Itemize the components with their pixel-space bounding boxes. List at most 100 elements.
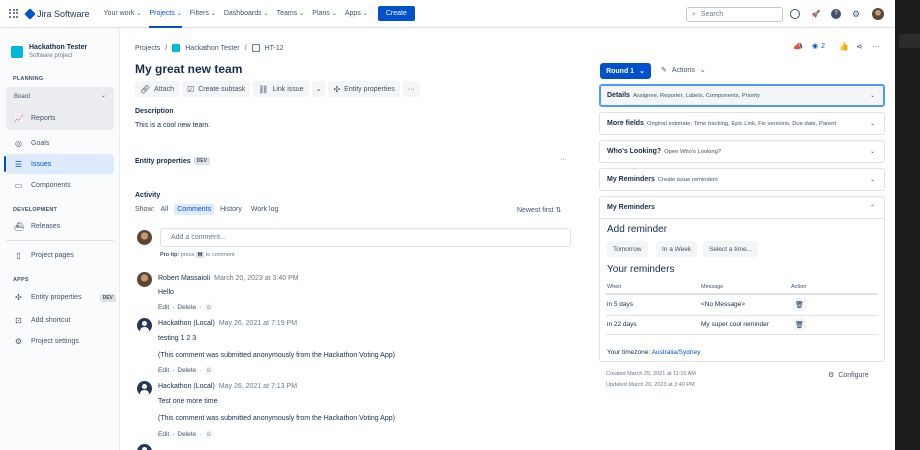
avatar [137,318,152,333]
panel-title: My Reminders [607,176,655,183]
entity-properties-heading: Entity properties [135,157,191,165]
select-time-button[interactable]: Select a time... [703,241,758,257]
board-selector[interactable]: Board [14,94,30,100]
sidebar-item-releases[interactable]: ⛴ Releases [14,222,60,231]
delete-comment-link[interactable]: Delete [177,304,196,311]
details-panel[interactable]: Details Assignee, Reporter, Labels, Compo… [599,84,885,107]
more-icon[interactable]: ··· [560,156,567,163]
project-header[interactable]: Hackathon Tester Software project [11,44,87,59]
sidebar-item-add-shortcut[interactable]: ⊡ Add shortcut [14,316,70,325]
nav-teams[interactable]: Teams ⌄ [277,0,305,28]
user-avatar[interactable] [872,8,884,20]
nav-plans[interactable]: Plans ⌄ [312,0,337,28]
actions-button[interactable]: ✎ Actions ⌄ [661,66,706,75]
chevron-down-icon[interactable]: ⌄ [101,92,106,99]
nav-label: Plans [312,10,330,17]
background-tab [899,34,920,48]
target-icon: ◎ [15,139,22,148]
comment-author[interactable]: Hackathon (Local) [158,383,215,390]
more-actions-icon[interactable]: ··· [872,42,880,51]
thumbs-up-icon[interactable]: 👍 [839,42,849,51]
entity-properties-button[interactable]: ✣ Entity properties [328,81,400,97]
gear-icon[interactable]: ⚙ [851,9,861,19]
tab-history[interactable]: History [217,204,245,215]
watch-button[interactable]: ◉ 2 [812,42,825,51]
configure-label: Configure [838,371,869,379]
sidebar-item-issues[interactable]: ☰ Issues [14,160,51,169]
rocket-icon[interactable]: 🚀 [811,9,821,19]
ship-icon: ⛴ [14,222,25,231]
more-button[interactable]: ··· [402,81,420,97]
nav-apps[interactable]: Apps ⌄ [345,0,368,28]
breadcrumb-issue-key[interactable]: HT-12 [265,45,284,52]
notifications-whats-new-icon[interactable] [790,9,800,19]
sort-order-button[interactable]: Newest first ⇅ [517,206,561,214]
divider [600,218,884,219]
nav-dashboards[interactable]: Dashboards ⌄ [224,0,269,28]
edit-comment-link[interactable]: Edit [158,367,169,374]
timezone-link[interactable]: Australia/Sydney [652,349,701,356]
share-icon[interactable]: ⋖ [856,42,863,51]
whos-looking-panel[interactable]: Who's Looking? Open Who's Looking? ⌄ [599,140,885,163]
add-reaction-icon[interactable]: ☺ [204,366,214,375]
sidebar-item-reports[interactable]: 📈 Reports [14,114,56,123]
chevron-up-icon[interactable]: ⌃ [870,204,875,211]
create-button[interactable]: Create [377,6,415,21]
nav-projects[interactable]: Projects ⌄ [149,0,182,28]
tab-work-log[interactable]: Work log [248,204,282,215]
link-issue-dropdown[interactable]: ⌄ [311,81,326,97]
create-subtask-button[interactable]: ☑ Create subtask [182,81,251,97]
chevron-down-icon: ⌄ [176,11,182,17]
sidebar-item-entity-properties[interactable]: ✣ Entity properties DEV [14,293,116,302]
add-reaction-icon[interactable]: ☺ [204,430,214,439]
jira-window: Jira Software Your work ⌄ Projects ⌄ Filte… [0,0,895,450]
configure-button[interactable]: ⚙ Configure [828,371,869,380]
help-icon[interactable]: ? [831,9,841,19]
comment-body: Test one more time [158,398,218,405]
my-reminders-collapsed-panel[interactable]: My Reminders Create issue reminders ⌄ [599,168,885,191]
tab-all[interactable]: All [157,204,171,215]
panel-subtitle: Original estimate, Time tracking, Epic L… [646,120,837,127]
sidebar-label: Components [31,182,71,189]
issue-title[interactable]: My great new team [135,62,242,76]
active-item-indicator [4,156,6,172]
apps-heading: APPS [13,277,29,283]
timezone-label: Your timezone: [607,349,651,356]
megaphone-icon[interactable]: 📣 [793,42,803,51]
issues-icon: ☰ [14,160,23,169]
nav-label: Filters [189,10,209,17]
sidebar-item-project-settings[interactable]: ⚙ Project settings [14,337,79,346]
breadcrumb-projects[interactable]: Projects [135,45,160,52]
nav-your-work[interactable]: Your work ⌄ [104,0,142,28]
sidebar-item-components[interactable]: ▭ Components [14,181,71,190]
comment-author[interactable]: Robert Massaioli [158,275,210,282]
attach-button[interactable]: 🔗︎ Attach [135,81,180,97]
add-comment-input[interactable]: Add a comment... [160,228,571,247]
delete-comment-link[interactable]: Delete [177,367,196,374]
comment-author[interactable]: Hackathon (Local) [158,320,215,327]
add-reaction-icon[interactable]: ☺ [204,303,214,312]
tomorrow-button[interactable]: Tomorrow [607,241,648,257]
breadcrumb-project[interactable]: Hackathon Tester [185,45,239,52]
panel-subtitle: Create issue reminders [657,176,718,183]
app-switcher-icon[interactable] [9,8,19,19]
sidebar-item-project-pages[interactable]: ▯ Project pages [14,251,74,260]
sidebar-item-goals[interactable]: ◎ Goals [14,139,49,148]
delete-comment-link[interactable]: Delete [177,431,196,438]
edit-comment-link[interactable]: Edit [158,431,169,438]
trash-icon[interactable]: 🗑 [793,298,806,311]
chevron-down-icon: ⌄ [362,11,368,17]
chevron-down-icon: ⌄ [331,11,337,17]
panel-title[interactable]: My Reminders [607,204,655,211]
in-a-week-button[interactable]: In a Week [656,241,698,257]
trash-icon[interactable]: 🗑 [793,318,806,331]
round-status-button[interactable]: Round 1 ⌄ [600,63,651,79]
jira-logo[interactable]: Jira Software [24,7,90,20]
link-issue-button[interactable]: ⛓ Link issue [253,81,309,97]
nav-filters[interactable]: Filters ⌄ [190,0,216,28]
edit-comment-link[interactable]: Edit [158,304,169,311]
tab-comments[interactable]: Comments [174,204,215,215]
search-input[interactable]: ⌕ Search [686,7,783,22]
description-text[interactable]: This is a cool new team. [135,122,210,129]
more-fields-panel[interactable]: More fields Original estimate, Time track… [599,112,885,135]
